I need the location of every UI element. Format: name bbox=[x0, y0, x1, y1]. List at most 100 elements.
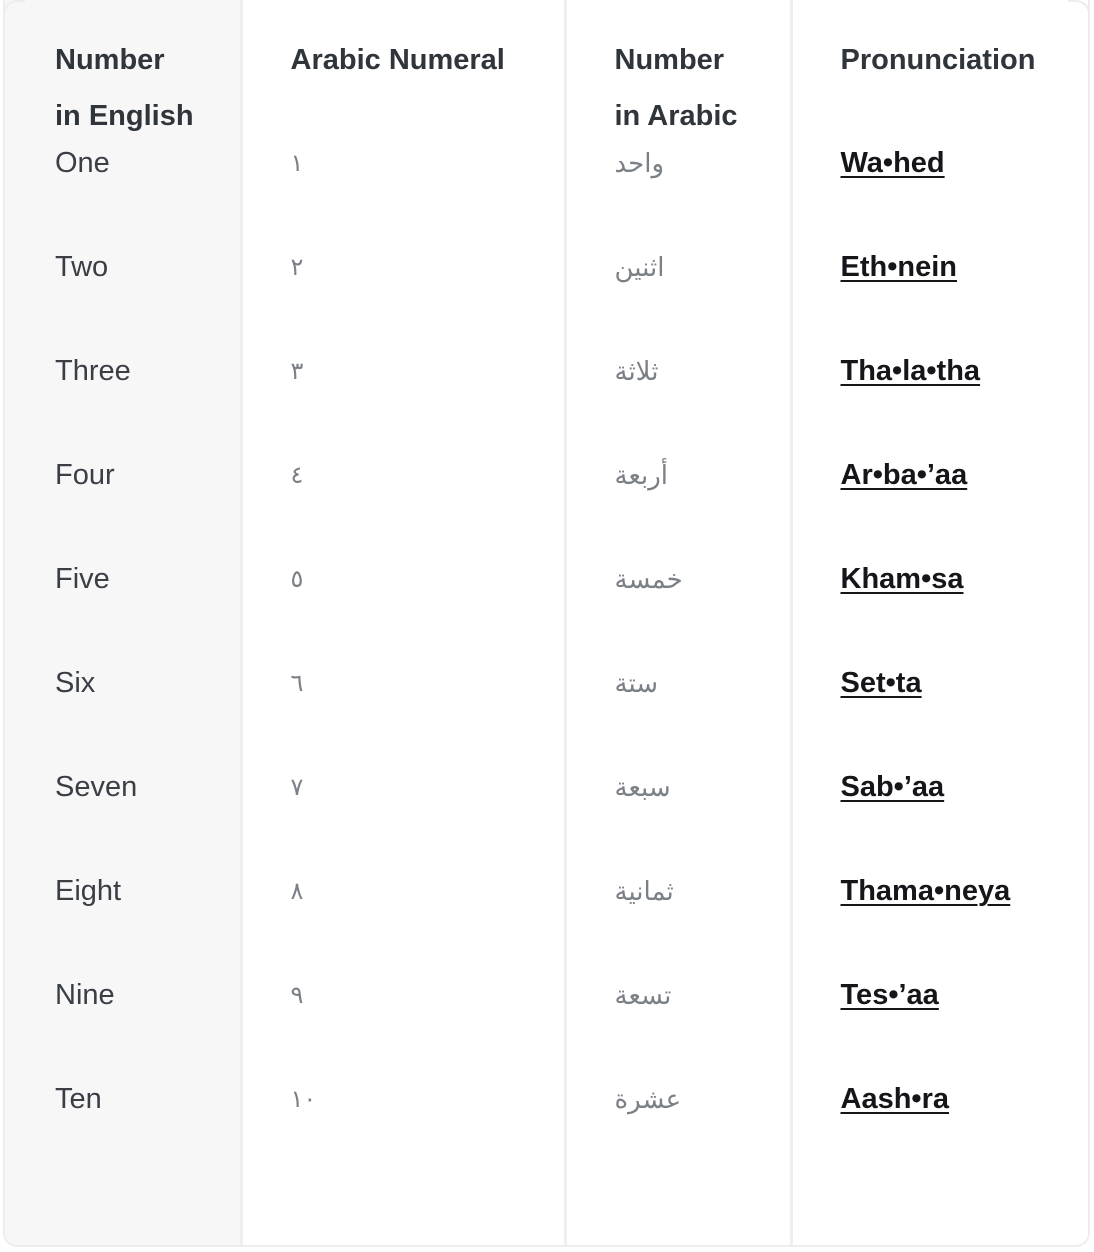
english-number: Eight bbox=[55, 875, 122, 907]
pronunciation-link[interactable]: Aash•ra bbox=[841, 1083, 949, 1115]
cell-numeral: ٢ bbox=[241, 248, 567, 352]
english-number: One bbox=[55, 147, 110, 179]
numbers-table-container: Number in English Arabic Numeral Number … bbox=[3, 0, 1090, 1247]
cell-numeral: ١ bbox=[241, 144, 567, 248]
cell-english: One bbox=[5, 144, 243, 248]
pronunciation-link[interactable]: Sab•’aa bbox=[841, 771, 945, 803]
cell-arabic: ثلاثة bbox=[565, 352, 793, 456]
cell-english: Six bbox=[5, 664, 243, 768]
table-row: Three ٣ ثلاثة Tha•la•tha bbox=[5, 352, 1088, 456]
arabic-numbers-table: Number in English Arabic Numeral Number … bbox=[5, 0, 1088, 1245]
english-number: Four bbox=[55, 459, 115, 491]
arabic-numeral: ٩ bbox=[290, 981, 304, 1009]
arabic-numeral: ١ bbox=[290, 149, 304, 177]
arabic-numeral: ٣ bbox=[290, 357, 304, 385]
cell-arabic: سبعة bbox=[565, 768, 793, 872]
cell-arabic: عشرة bbox=[565, 1080, 793, 1245]
cell-arabic: أربعة bbox=[565, 456, 793, 560]
arabic-word: ستة bbox=[614, 669, 659, 699]
cell-numeral: ١٠ bbox=[241, 1080, 567, 1245]
header-line: in English bbox=[55, 100, 194, 132]
arabic-numeral: ٦ bbox=[290, 669, 304, 697]
english-number: Nine bbox=[55, 979, 115, 1011]
cell-numeral: ٨ bbox=[241, 872, 567, 976]
english-number: Three bbox=[55, 355, 131, 387]
header-line: in Arabic bbox=[614, 100, 738, 132]
pronunciation-link[interactable]: Eth•nein bbox=[841, 251, 957, 283]
pronunciation-link[interactable]: Kham•sa bbox=[841, 563, 964, 595]
arabic-numeral: ٤ bbox=[290, 461, 304, 489]
english-number: Ten bbox=[55, 1083, 102, 1115]
arabic-numeral: ٧ bbox=[290, 773, 304, 801]
table-header-row: Number in English Arabic Numeral Number … bbox=[5, 0, 1088, 144]
cell-pronunciation: Wa•hed bbox=[791, 144, 1088, 248]
cell-numeral: ٩ bbox=[241, 976, 567, 1080]
table-row: Six ٦ ستة Set•ta bbox=[5, 664, 1088, 768]
arabic-numeral: ١٠ bbox=[290, 1085, 317, 1113]
english-number: Five bbox=[55, 563, 110, 595]
cell-arabic: واحد bbox=[565, 144, 793, 248]
cell-pronunciation: Ar•ba•’aa bbox=[791, 456, 1088, 560]
pronunciation-link[interactable]: Set•ta bbox=[841, 667, 922, 699]
cell-numeral: ٥ bbox=[241, 560, 567, 664]
header-line: Pronunciation bbox=[840, 44, 1036, 76]
arabic-word: تسعة bbox=[614, 981, 672, 1011]
cell-english: Seven bbox=[5, 768, 243, 872]
arabic-numeral: ٨ bbox=[290, 877, 304, 905]
cell-pronunciation: Tha•la•tha bbox=[791, 352, 1088, 456]
cell-pronunciation: Sab•’aa bbox=[791, 768, 1088, 872]
arabic-numeral: ٥ bbox=[290, 565, 304, 593]
cell-arabic: اثنين bbox=[565, 248, 793, 352]
pronunciation-link[interactable]: Wa•hed bbox=[841, 147, 945, 179]
arabic-word: عشرة bbox=[614, 1085, 682, 1115]
table-row: Five ٥ خمسة Kham•sa bbox=[5, 560, 1088, 664]
english-number: Six bbox=[55, 667, 96, 699]
english-number: Two bbox=[55, 251, 109, 283]
header-number-in-arabic: Number in Arabic bbox=[565, 0, 793, 144]
pronunciation-link[interactable]: Tha•la•tha bbox=[841, 355, 981, 387]
table-row: Nine ٩ تسعة Tes•’aa bbox=[5, 976, 1088, 1080]
cell-pronunciation: Aash•ra bbox=[791, 1080, 1088, 1245]
arabic-word: اثنين bbox=[614, 253, 665, 283]
pronunciation-link[interactable]: Ar•ba•’aa bbox=[841, 459, 968, 491]
header-line: Number bbox=[614, 44, 725, 76]
arabic-word: ثلاثة bbox=[614, 357, 659, 387]
pronunciation-link[interactable]: Tes•’aa bbox=[841, 979, 939, 1011]
cell-pronunciation: Thama•neya bbox=[791, 872, 1088, 976]
cell-numeral: ٤ bbox=[241, 456, 567, 560]
cell-english: Ten bbox=[5, 1080, 243, 1245]
table-row: Two ٢ اثنين Eth•nein bbox=[5, 248, 1088, 352]
arabic-numeral: ٢ bbox=[290, 253, 304, 281]
cell-pronunciation: Eth•nein bbox=[791, 248, 1088, 352]
english-number: Seven bbox=[55, 771, 138, 803]
arabic-word: سبعة bbox=[614, 773, 671, 803]
cell-numeral: ٣ bbox=[241, 352, 567, 456]
cell-arabic: خمسة bbox=[565, 560, 793, 664]
table-row: Four ٤ أربعة Ar•ba•’aa bbox=[5, 456, 1088, 560]
header-line: Number bbox=[55, 44, 165, 76]
table-row: One ١ واحد Wa•hed bbox=[5, 144, 1088, 248]
cell-pronunciation: Set•ta bbox=[791, 664, 1088, 768]
header-number-in-english: Number in English bbox=[5, 0, 243, 144]
cell-numeral: ٦ bbox=[241, 664, 567, 768]
arabic-word: خمسة bbox=[614, 565, 683, 595]
arabic-word: واحد bbox=[614, 149, 665, 179]
cell-english: Nine bbox=[5, 976, 243, 1080]
arabic-word: أربعة bbox=[614, 461, 669, 491]
cell-pronunciation: Kham•sa bbox=[791, 560, 1088, 664]
table-row: Ten ١٠ عشرة Aash•ra bbox=[5, 1080, 1088, 1245]
cell-arabic: ثمانية bbox=[565, 872, 793, 976]
arabic-word: ثمانية bbox=[614, 877, 674, 907]
cell-arabic: تسعة bbox=[565, 976, 793, 1080]
pronunciation-link[interactable]: Thama•neya bbox=[841, 875, 1011, 907]
header-pronunciation: Pronunciation bbox=[791, 0, 1088, 144]
cell-arabic: ستة bbox=[565, 664, 793, 768]
cell-english: Four bbox=[5, 456, 243, 560]
cell-numeral: ٧ bbox=[241, 768, 567, 872]
cell-english: Two bbox=[5, 248, 243, 352]
cell-english: Eight bbox=[5, 872, 243, 976]
header-line: Arabic Numeral bbox=[290, 44, 505, 76]
cell-english: Five bbox=[5, 560, 243, 664]
cell-english: Three bbox=[5, 352, 243, 456]
header-arabic-numeral: Arabic Numeral bbox=[241, 0, 567, 144]
